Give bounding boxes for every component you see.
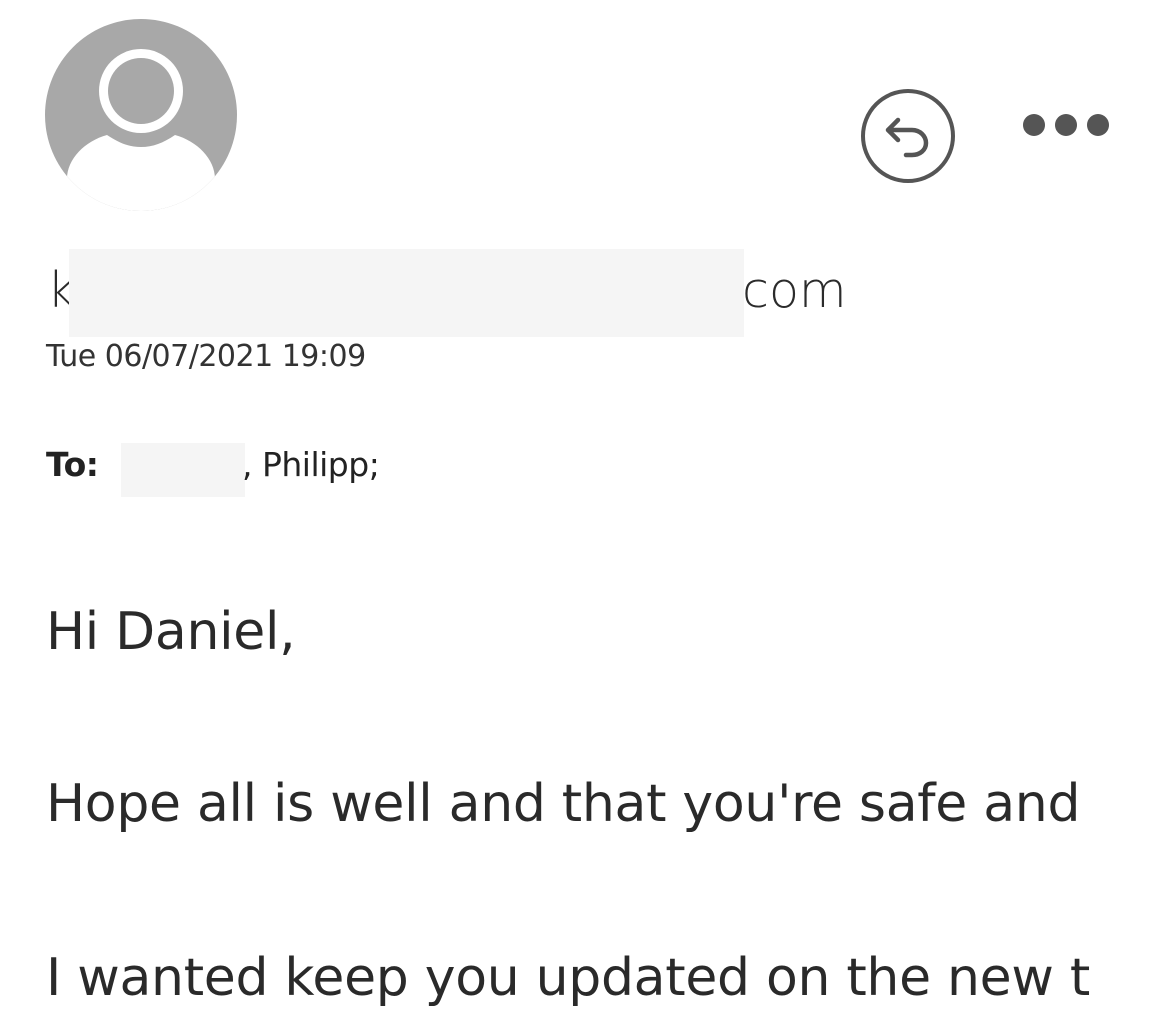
email-body-line: Hope all is well and that you're safe an… [46,774,1081,834]
recipient-list[interactable]: , Philipp; [242,440,380,490]
email-greeting: Hi Daniel, [46,602,296,662]
sender-address: k com [45,249,945,337]
reply-arrow-icon [861,89,955,183]
more-options-button[interactable] [1018,108,1114,142]
to-label: To: [46,445,99,484]
recipients-row: To: , Philipp; [46,440,646,497]
email-body-line: I wanted keep you updated on the new t [46,948,1090,1008]
person-silhouette-icon [67,49,215,211]
redacted-sender-block [69,249,744,337]
redacted-recipient-block [121,443,245,497]
sent-timestamp: Tue 06/07/2021 19:09 [46,339,366,374]
sender-address-end: com [742,262,847,319]
reply-button[interactable] [860,88,956,184]
sender-avatar[interactable] [45,19,237,211]
ellipsis-icon [1023,114,1109,136]
